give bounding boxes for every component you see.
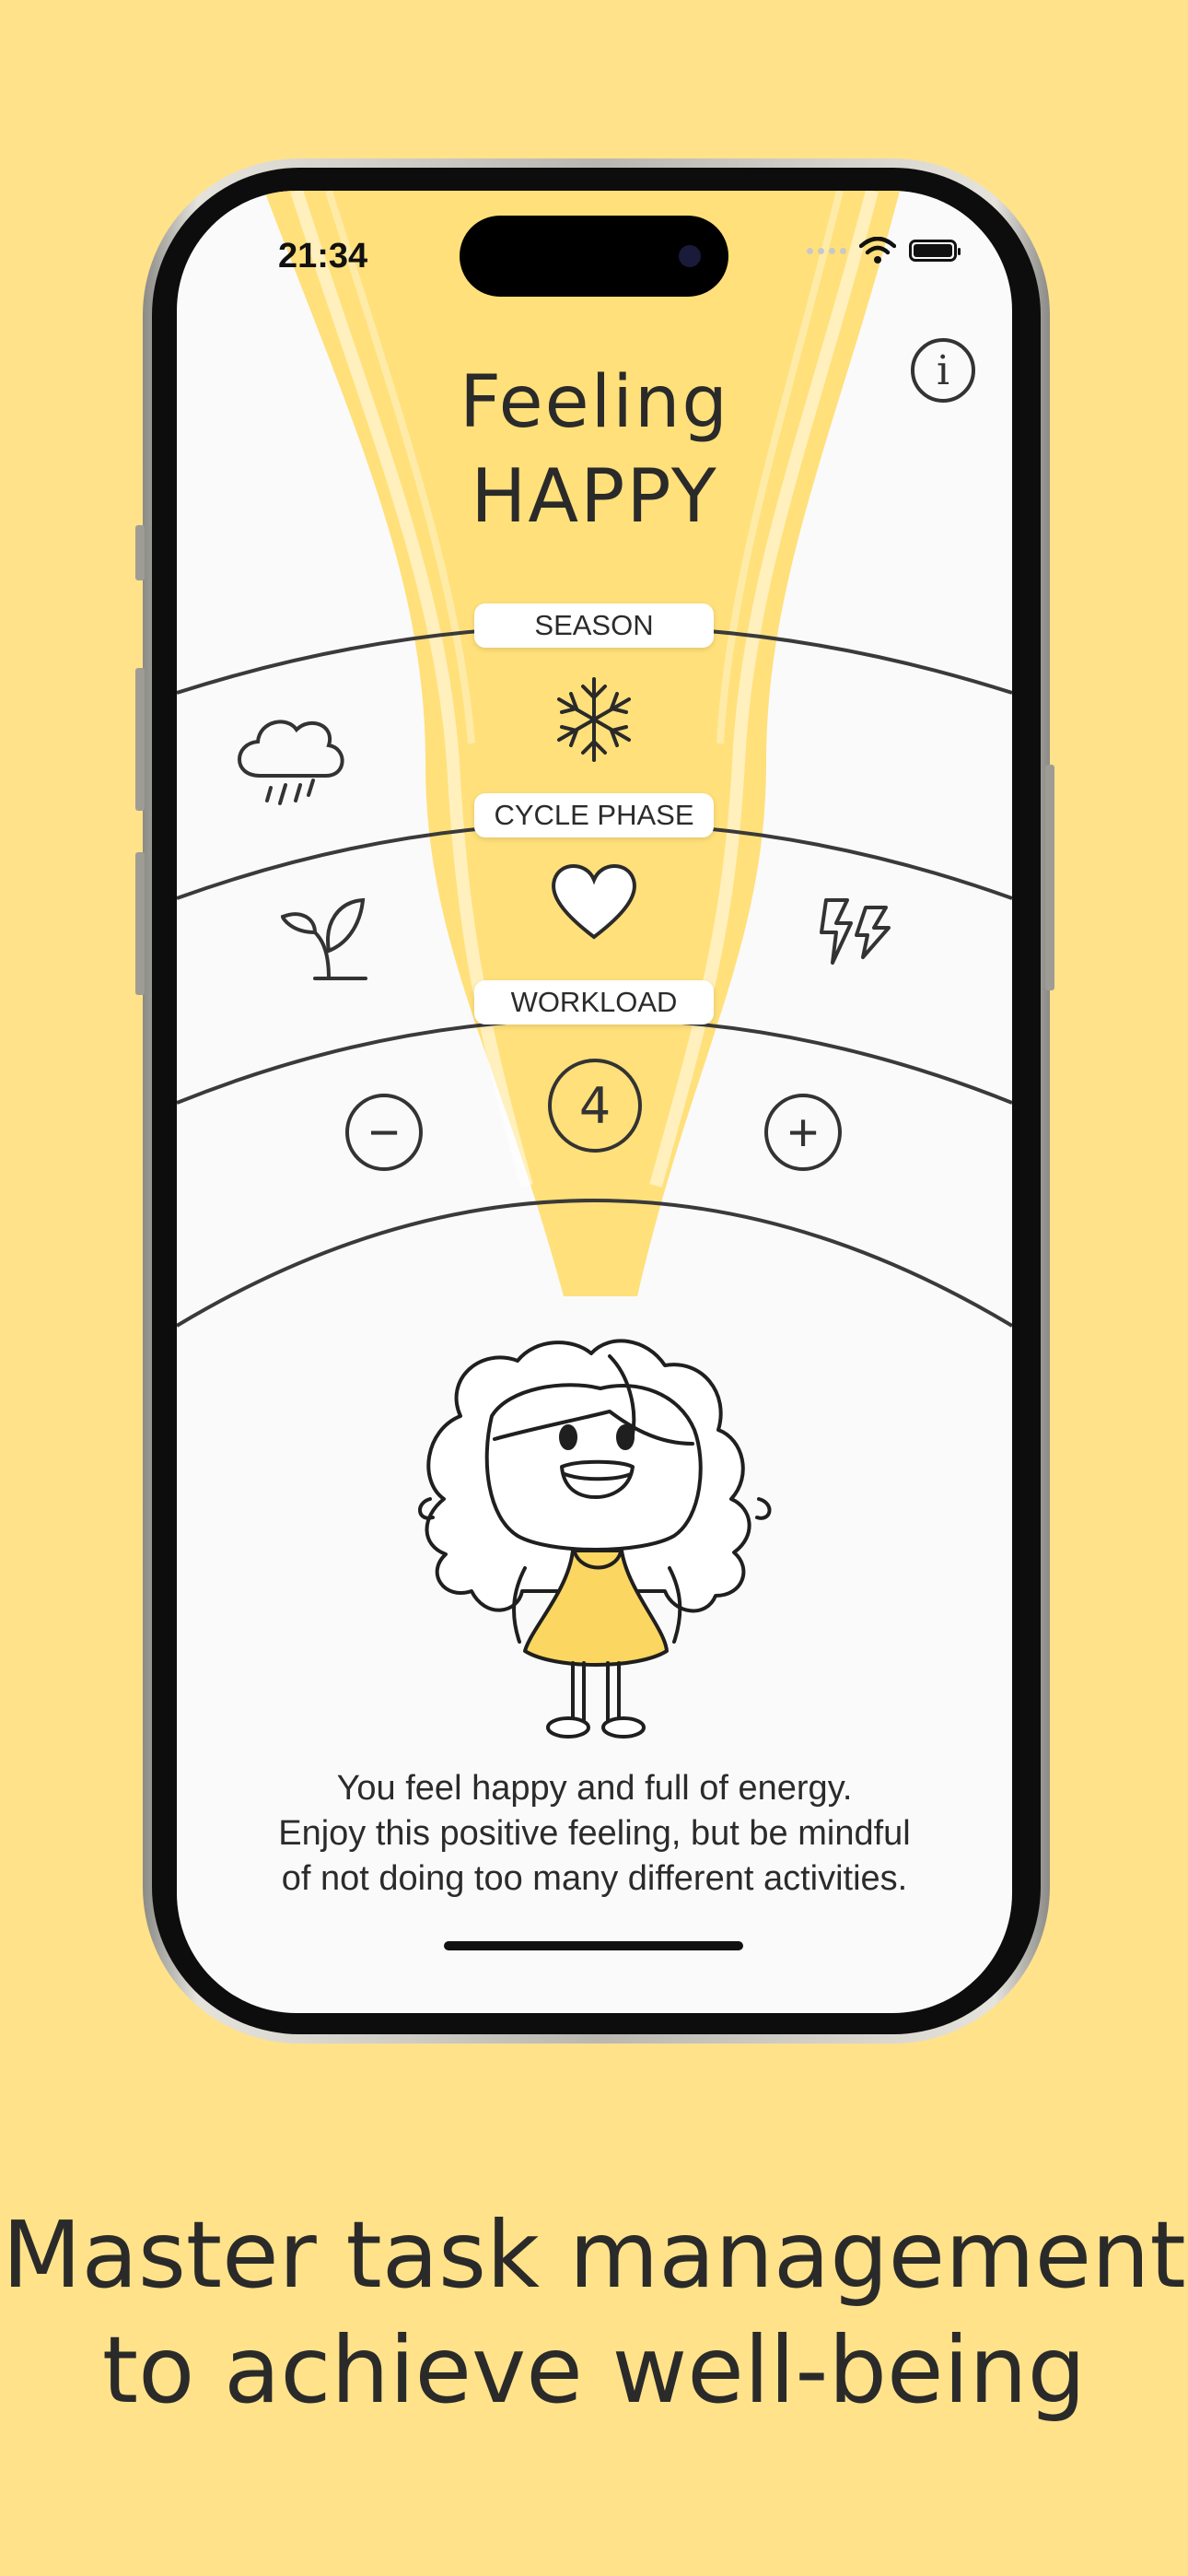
girl-character [418, 1339, 772, 1739]
battery-icon [909, 240, 961, 262]
season-label: SEASON [474, 603, 714, 648]
camera-icon [679, 245, 701, 267]
workload-value: 4 [548, 1059, 642, 1153]
phone-side-button [135, 525, 145, 580]
mood-message: You feel happy and full of energy. Enjoy… [195, 1766, 994, 1902]
plus-icon: + [787, 1102, 819, 1163]
status-time: 21:34 [278, 237, 368, 275]
info-icon: i [936, 346, 950, 394]
wifi-icon [859, 237, 896, 263]
signal-icon [807, 247, 846, 254]
rain-cloud-icon[interactable] [238, 720, 344, 805]
info-button[interactable]: i [911, 338, 975, 403]
phone-power-button [1045, 765, 1054, 990]
decrease-workload-button[interactable]: − [345, 1094, 423, 1171]
sprout-icon[interactable] [280, 897, 367, 980]
workload-number: 4 [578, 1076, 611, 1135]
message-line-1: You feel happy and full of energy. [336, 1769, 853, 1808]
app-screen: 21:34 Feeling HAPPY i SEASON CYCLE PHASE… [177, 191, 1012, 2013]
workload-label: WORKLOAD [474, 980, 714, 1025]
increase-workload-button[interactable]: + [764, 1094, 842, 1171]
status-indicators [807, 237, 961, 264]
promo-caption: Master task management to achieve well-b… [0, 2197, 1188, 2428]
caption-line-1: Master task management [2, 2201, 1186, 2309]
mood-title: HAPPY [471, 453, 718, 539]
dynamic-island [460, 216, 728, 297]
lightning-icon[interactable] [820, 898, 891, 965]
message-line-2: Enjoy this positive feeling, but be mind… [278, 1814, 911, 1853]
minus-icon: − [368, 1102, 400, 1163]
phone-volume-down-button [135, 852, 145, 995]
home-indicator[interactable] [444, 1941, 743, 1950]
cycle-phase-label: CYCLE PHASE [474, 793, 714, 837]
caption-line-2: to achieve well-being [101, 2316, 1087, 2424]
message-line-3: of not doing too many different activiti… [281, 1859, 908, 1898]
feeling-title: Feeling [460, 361, 729, 444]
phone-volume-up-button [135, 668, 145, 811]
